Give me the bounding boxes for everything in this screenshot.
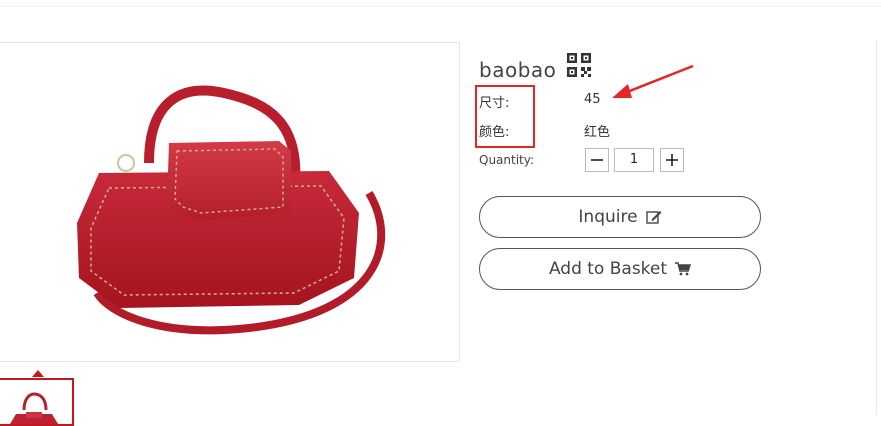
qr-code-icon[interactable]: [567, 53, 591, 77]
top-bar: [0, 0, 881, 7]
color-value: 红色: [584, 125, 611, 140]
quantity-minus-button[interactable]: [585, 148, 609, 172]
quantity-plus-button[interactable]: [660, 148, 684, 172]
inquire-button-label: Inquire: [578, 207, 638, 227]
thumbnail-selected-indicator: [32, 370, 44, 377]
cart-icon: [675, 262, 692, 276]
minus-icon: [591, 159, 603, 161]
product-image[interactable]: [0, 42, 460, 362]
product-title: baobao: [479, 58, 557, 82]
add-to-basket-button-label: Add to Basket: [548, 259, 668, 279]
add-to-basket-button[interactable]: Add to Basket: [479, 248, 761, 290]
annotation-arrow-icon: [612, 64, 694, 98]
size-value: 45: [584, 92, 601, 107]
plus-icon: [666, 154, 678, 166]
annotation-highlight-box: [475, 85, 535, 148]
quantity-label: Quantity:: [479, 153, 535, 167]
page-divider: [876, 40, 877, 415]
red-handbag-illustration: [77, 85, 386, 335]
thumbnail-bag-illustration: [10, 392, 58, 424]
product-thumbnail[interactable]: [0, 378, 74, 426]
quantity-input[interactable]: 1: [614, 148, 654, 172]
edit-icon: [645, 211, 662, 224]
inquire-button[interactable]: Inquire: [479, 196, 761, 238]
